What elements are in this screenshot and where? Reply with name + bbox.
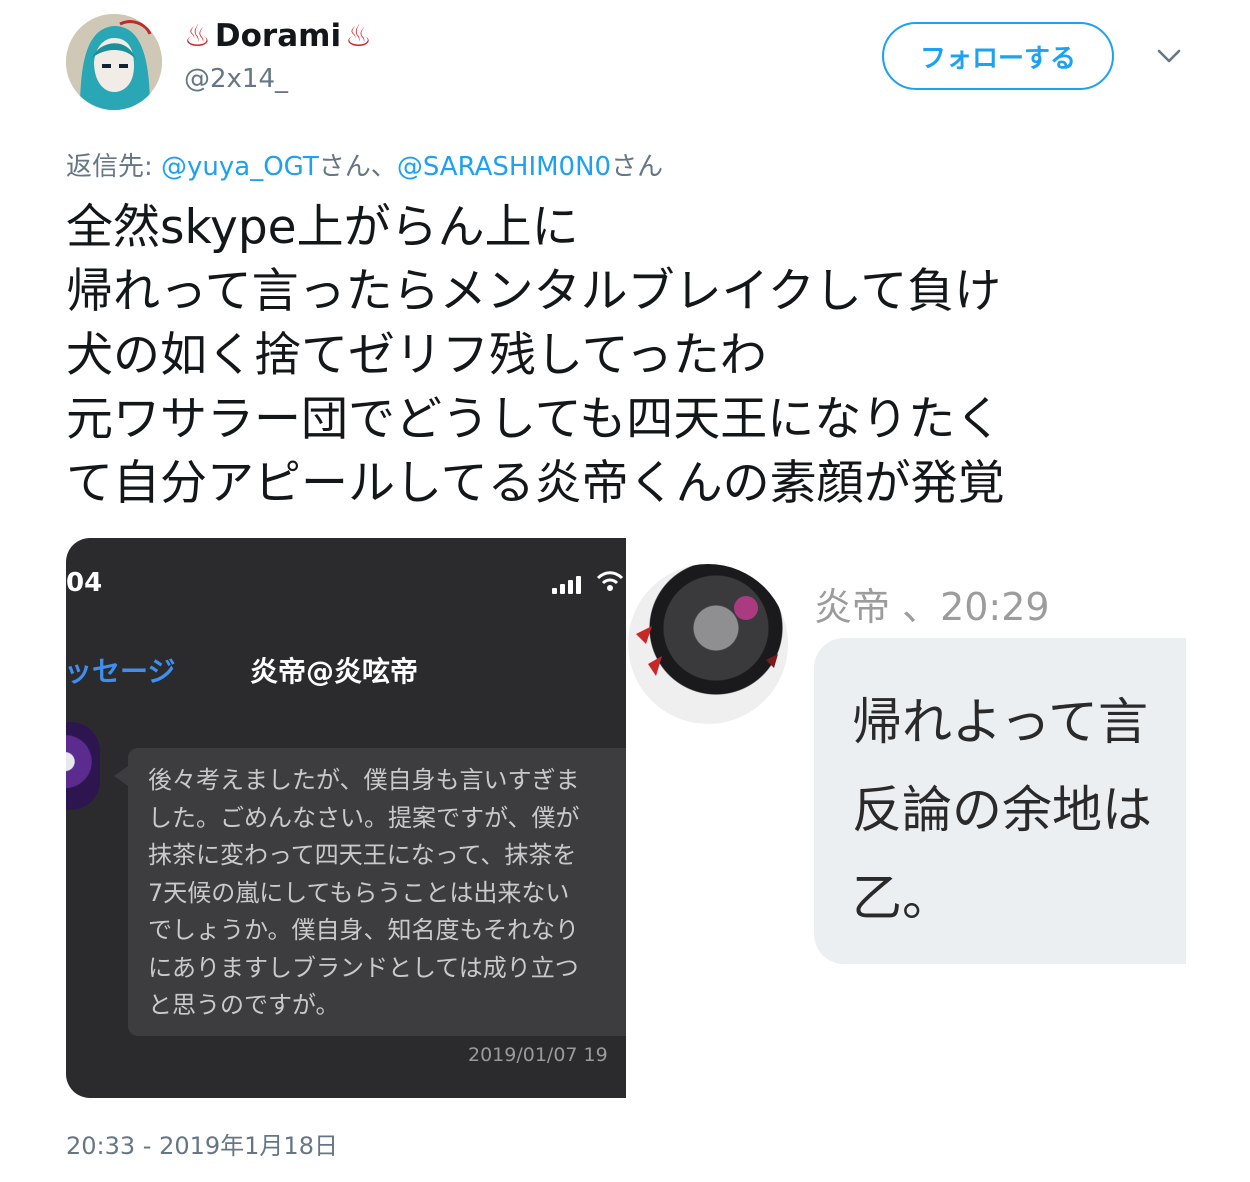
mention-link[interactable]: @SARASHIM0N0 xyxy=(397,152,611,182)
sender-time: 炎帝 、20:29 xyxy=(814,585,1050,629)
media-image-left[interactable]: 04 ッセージ 炎帝@炎呟帝 後々考えましたが、僕自身も言いすぎま した。ごめん… xyxy=(66,538,626,1098)
reply-to-suffix: さん、 xyxy=(318,152,397,182)
reply-to-prefix: 返信先: xyxy=(66,152,162,182)
chat-title: 炎帝@炎呟帝 xyxy=(250,655,419,688)
sender-avatar xyxy=(66,722,100,810)
display-name[interactable]: ♨ Dorami ♨ xyxy=(184,18,372,54)
follow-button[interactable]: フォローする xyxy=(882,22,1114,90)
mention-link[interactable]: @yuya_OGT xyxy=(161,152,319,182)
avatar[interactable] xyxy=(66,14,162,110)
tweet-text: 全然skype上がらん上に 帰れって言ったらメンタルブレイクして負け 犬の如く捨… xyxy=(66,200,1005,511)
tweet-timestamp[interactable]: 20:33 - 2019年1月18日 xyxy=(66,1126,338,1161)
reply-to-suffix: さん xyxy=(611,152,664,182)
avatar-image xyxy=(66,14,162,110)
signal-icon xyxy=(552,574,581,594)
chevron-down-icon[interactable] xyxy=(1154,44,1184,68)
message-text: 後々考えましたが、僕自身も言いすぎま した。ごめんなさい。提案ですが、僕が 抹茶… xyxy=(148,766,580,1019)
message-date: 2019/01/07 19 xyxy=(468,1044,608,1066)
message-bubble: 帰れよって言 反論の余地は 乙。 xyxy=(814,638,1186,964)
user-handle[interactable]: @2x14_ xyxy=(184,64,288,94)
avatar-image xyxy=(636,596,778,676)
message-bubble: 後々考えましたが、僕自身も言いすぎま した。ごめんなさい。提案ですが、僕が 抹茶… xyxy=(114,748,626,1036)
tweet-media[interactable]: 04 ッセージ 炎帝@炎呟帝 後々考えましたが、僕自身も言いすぎま した。ごめん… xyxy=(66,538,1186,1098)
display-name-text: Dorami xyxy=(214,18,342,54)
back-link: ッセージ xyxy=(66,655,176,688)
wifi-icon xyxy=(596,571,624,591)
message-text: 帰れよって言 反論の余地は 乙。 xyxy=(852,693,1152,927)
media-image-right[interactable]: 炎帝 、20:29 帰れよって言 反論の余地は 乙。 xyxy=(626,538,1186,1098)
sender-avatar xyxy=(628,564,788,724)
reply-to-line: 返信先: @yuya_OGTさん、@SARASHIM0N0さん xyxy=(66,146,663,183)
status-bar-time: 04 xyxy=(66,568,103,598)
hot-springs-icon: ♨ xyxy=(184,18,211,54)
hot-springs-icon: ♨ xyxy=(345,18,372,54)
